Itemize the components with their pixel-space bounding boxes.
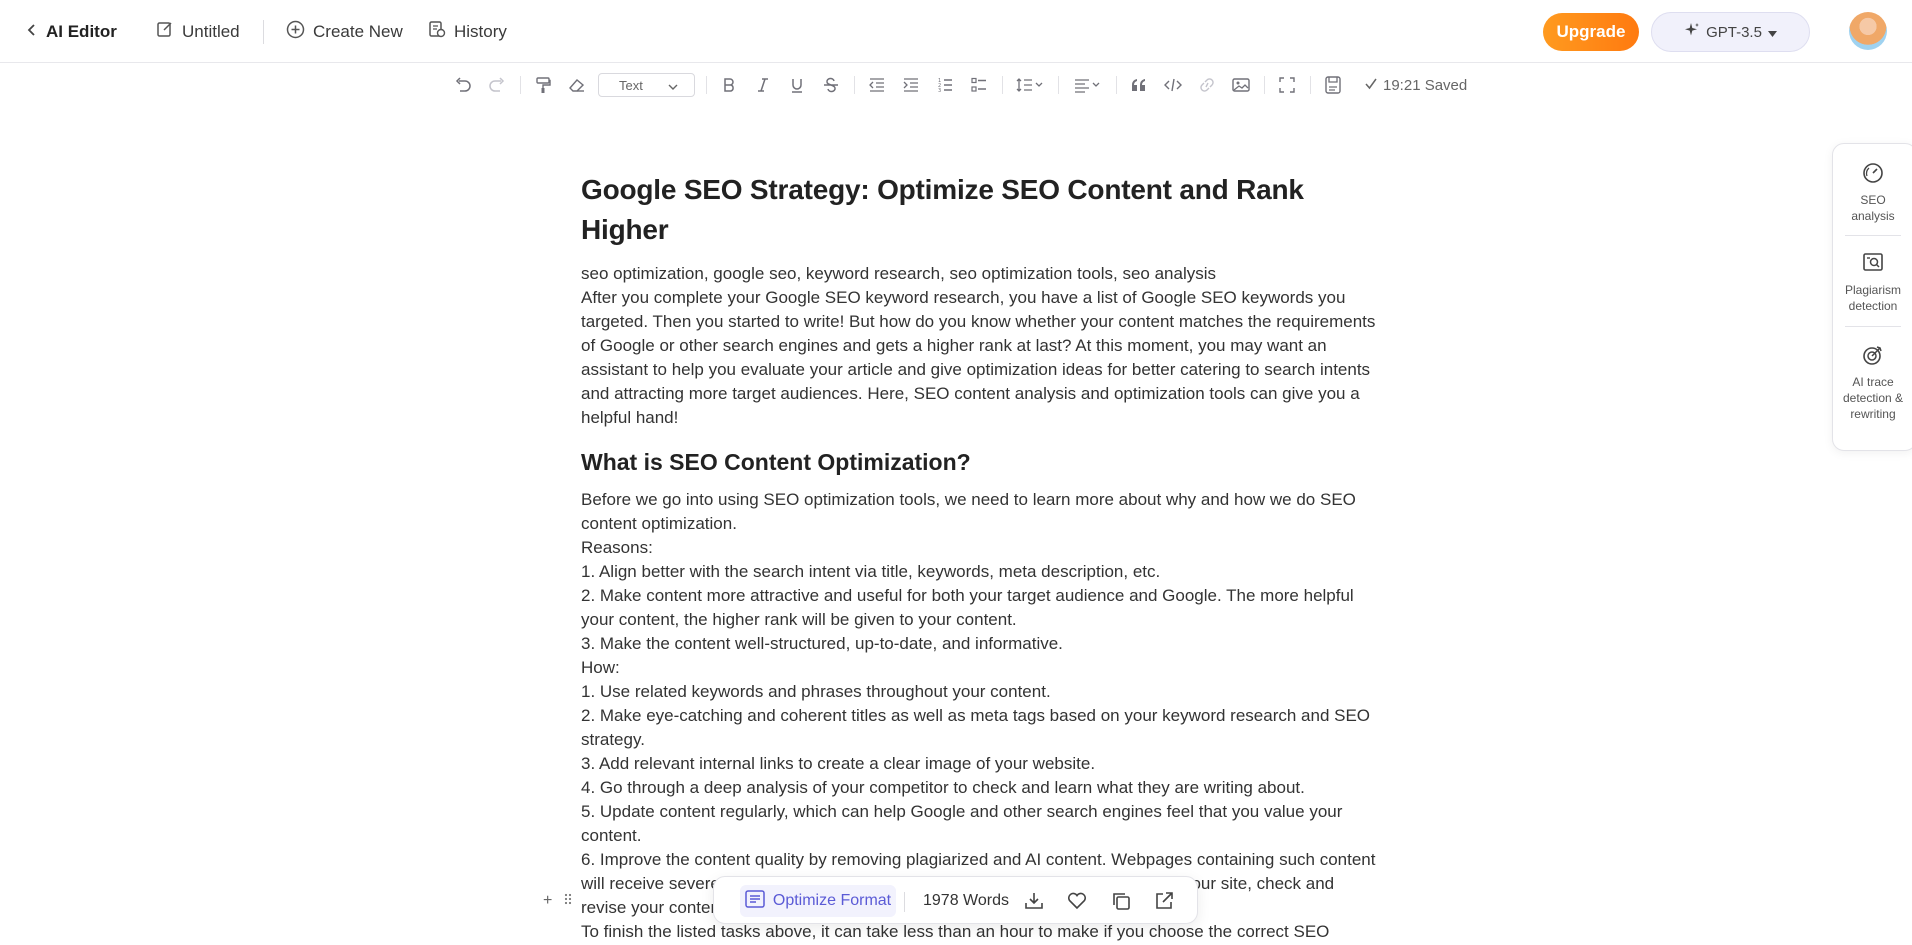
plagiarism-detection-label: Plagiarism detection	[1844, 283, 1901, 313]
bar-divider	[904, 892, 905, 912]
sparkle-icon	[1684, 22, 1700, 42]
plagiarism-detection-button[interactable]: Plagiarism detection	[1833, 252, 1912, 314]
doc-line[interactable]: 1. Use related keywords and phrases thro…	[581, 680, 1381, 704]
doc-line[interactable]: Before we go into using SEO optimization…	[581, 488, 1381, 536]
document-body[interactable]: Google SEO Strategy: Optimize SEO Conten…	[581, 170, 1381, 945]
ordered-list-icon[interactable]: 123	[932, 70, 958, 100]
upgrade-button[interactable]: Upgrade	[1543, 13, 1639, 51]
bottom-action-bar: Optimize Format 1978 Words	[713, 876, 1198, 924]
keywords-line[interactable]: seo optimization, google seo, keyword re…	[581, 262, 1381, 286]
seo-analysis-button[interactable]: SEO analysis	[1833, 162, 1912, 224]
doc-line[interactable]: 2. Make eye-catching and coherent titles…	[581, 704, 1381, 752]
document-search-icon	[1862, 252, 1884, 278]
eraser-icon[interactable]	[564, 70, 590, 100]
link-icon[interactable]	[1194, 70, 1220, 100]
indent-icon[interactable]	[898, 70, 924, 100]
plus-circle-icon	[286, 20, 305, 44]
optimize-format-button[interactable]: Optimize Format	[740, 885, 896, 917]
toolbar-divider	[854, 76, 855, 94]
chevron-left-icon	[26, 22, 38, 42]
drag-handle-icon[interactable]	[564, 892, 572, 910]
doc-line[interactable]: 2. Make content more attractive and usef…	[581, 584, 1381, 632]
target-icon	[1862, 344, 1884, 370]
back-to-ai-editor[interactable]: AI Editor	[26, 0, 117, 63]
toolbar-divider	[1002, 76, 1003, 94]
document-title[interactable]: Google SEO Strategy: Optimize SEO Conten…	[581, 170, 1381, 250]
format-list-icon	[745, 889, 765, 913]
align-icon[interactable]	[1070, 70, 1106, 100]
model-label: GPT-3.5	[1706, 23, 1762, 41]
doc-line[interactable]: Reasons:	[581, 536, 1381, 560]
quote-icon[interactable]	[1126, 70, 1152, 100]
toolbar-divider	[520, 76, 521, 94]
image-icon[interactable]	[1228, 70, 1254, 100]
save-status: 19:21 Saved	[1365, 70, 1467, 100]
caret-down-icon	[1767, 24, 1777, 41]
saved-text: 19:21 Saved	[1383, 76, 1468, 94]
svg-text:3: 3	[938, 88, 941, 93]
strikethrough-icon[interactable]	[818, 70, 844, 100]
history-label: History	[454, 21, 507, 41]
toolbar-divider	[1116, 76, 1117, 94]
editor-toolbar: Text 123 19:21 Saved	[450, 70, 1470, 100]
top-header: AI Editor Untitled Create New History Up…	[0, 0, 1912, 63]
nav-divider	[263, 20, 264, 44]
add-block-icon[interactable]: +	[543, 892, 552, 910]
undo-icon[interactable]	[450, 70, 476, 100]
user-avatar[interactable]	[1849, 12, 1887, 50]
italic-icon[interactable]	[750, 70, 776, 100]
document-title-button[interactable]: Untitled	[156, 0, 240, 63]
task-list-icon[interactable]	[966, 70, 992, 100]
redo-icon[interactable]	[484, 70, 510, 100]
untitled-label: Untitled	[182, 21, 240, 41]
seo-analysis-label: SEO analysis	[1851, 193, 1895, 223]
doc-line[interactable]: 5. Update content regularly, which can h…	[581, 800, 1381, 848]
panel-divider	[1845, 326, 1901, 327]
text-style-value: Text	[619, 77, 643, 93]
download-icon[interactable]	[1022, 889, 1046, 913]
check-icon	[1365, 77, 1377, 94]
ai-trace-detection-button[interactable]: AI trace detection & rewriting	[1833, 344, 1912, 422]
word-count: 1978 Words	[923, 892, 1009, 909]
create-new-label: Create New	[313, 21, 403, 41]
code-icon[interactable]	[1160, 70, 1186, 100]
create-new-button[interactable]: Create New	[286, 0, 403, 63]
optimize-format-label: Optimize Format	[772, 892, 892, 909]
share-icon[interactable]	[1152, 889, 1176, 913]
bold-icon[interactable]	[716, 70, 742, 100]
toolbar-divider	[706, 76, 707, 94]
toolbar-divider	[1264, 76, 1265, 94]
line-height-icon[interactable]	[1012, 70, 1048, 100]
chevron-down-icon	[668, 78, 678, 93]
doc-line[interactable]: 3. Add relevant internal links to create…	[581, 752, 1381, 776]
gauge-icon	[1862, 162, 1884, 188]
history-icon	[428, 20, 446, 43]
copy-icon[interactable]	[1109, 889, 1133, 913]
section-heading[interactable]: What is SEO Content Optimization?	[581, 446, 1381, 478]
intro-paragraph[interactable]: After you complete your Google SEO keywo…	[581, 286, 1381, 430]
heart-icon[interactable]	[1065, 889, 1089, 913]
text-style-select[interactable]: Text	[598, 73, 695, 97]
doc-line[interactable]: 3. Make the content well-structured, up-…	[581, 632, 1381, 656]
fullscreen-icon[interactable]	[1274, 70, 1300, 100]
format-painter-icon[interactable]	[530, 70, 556, 100]
tools-side-panel: SEO analysis Plagiarism detection AI tra…	[1832, 143, 1912, 451]
back-label: AI Editor	[46, 21, 117, 41]
toolbar-divider	[1310, 76, 1311, 94]
outdent-icon[interactable]	[864, 70, 890, 100]
ai-trace-detection-label: AI trace detection & rewriting	[1842, 375, 1904, 421]
doc-line[interactable]: 1. Align better with the search intent v…	[581, 560, 1381, 584]
edit-icon	[156, 20, 174, 43]
history-button[interactable]: History	[428, 0, 507, 63]
model-selector[interactable]: GPT-3.5	[1651, 12, 1810, 52]
underline-icon[interactable]	[784, 70, 810, 100]
doc-line[interactable]: How:	[581, 656, 1381, 680]
save-icon[interactable]	[1320, 70, 1346, 100]
toolbar-divider	[1058, 76, 1059, 94]
panel-divider	[1845, 235, 1901, 236]
doc-line[interactable]: 4. Go through a deep analysis of your co…	[581, 776, 1381, 800]
